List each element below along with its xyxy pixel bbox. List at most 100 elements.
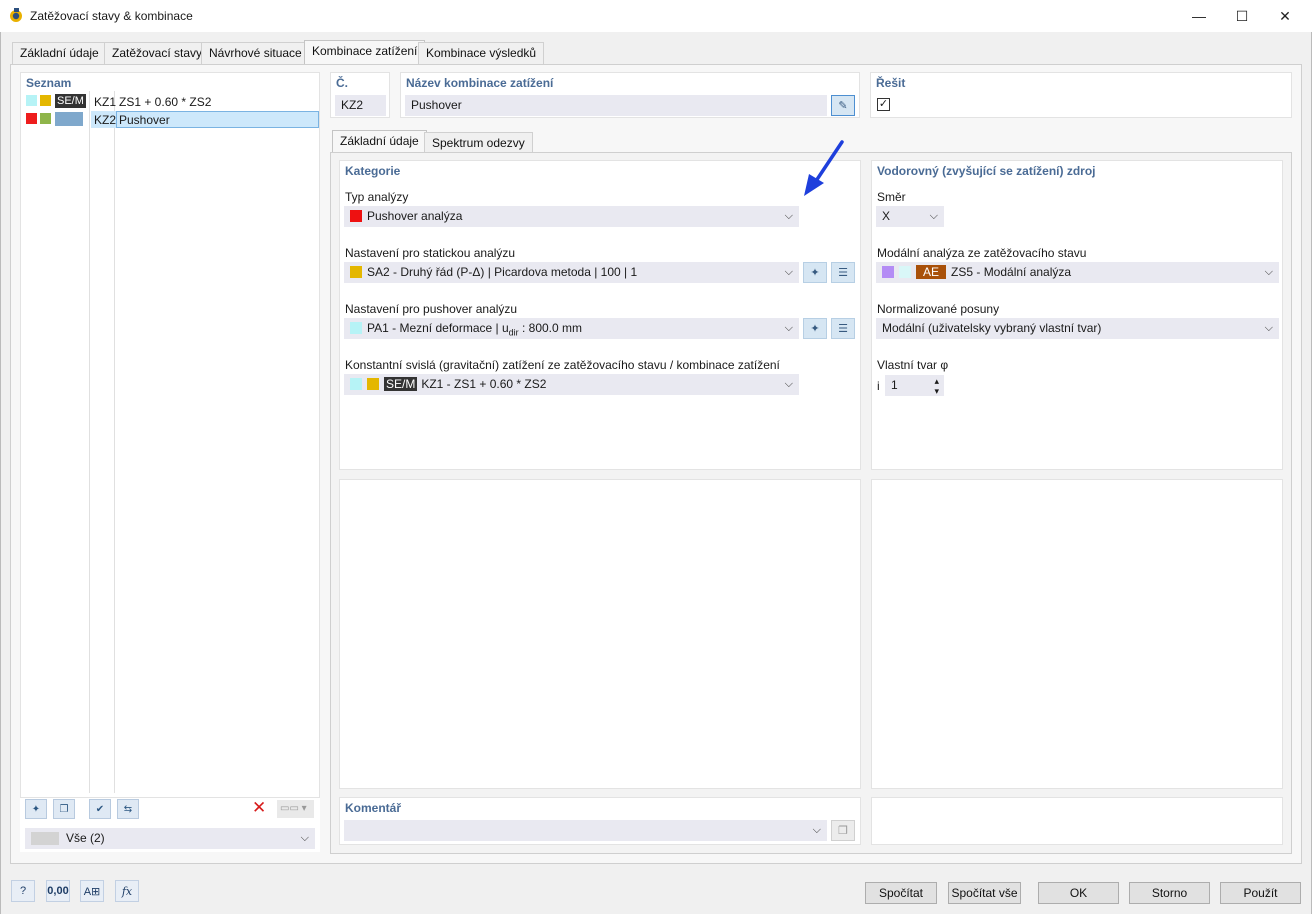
pushover-value-subscript: dir <box>508 327 519 338</box>
list-item-name: Pushover <box>119 113 170 127</box>
edit-name-icon[interactable]: ✎ <box>831 95 855 116</box>
close-button[interactable]: ✕ <box>1262 0 1308 32</box>
color-swatch <box>367 378 379 390</box>
analysis-type-label: Typ analýzy <box>345 190 409 204</box>
color-swatch <box>350 322 362 334</box>
edit-pushover-settings-icon[interactable]: ☰ <box>831 318 855 339</box>
subtab-response-spectrum[interactable]: Spektrum odezvy <box>424 132 533 154</box>
maximize-button[interactable]: ☐ <box>1219 0 1265 32</box>
tab-result-combinations[interactable]: Kombinace výsledků <box>418 42 545 64</box>
subtab-basic-data[interactable]: Základní údaje <box>332 130 427 154</box>
comment-panel: Komentář ⌵ ❐ <box>339 797 861 845</box>
analysis-type-select[interactable]: Pushover analýza ⌵ <box>344 206 799 227</box>
status-badge: SE/M <box>384 377 418 391</box>
number-field[interactable]: KZ2 <box>335 95 386 116</box>
modal-analysis-value: ZS5 - Modální analýza <box>951 265 1072 279</box>
number-label: Č. <box>336 76 348 90</box>
mode-shape-value: 1 <box>891 378 898 392</box>
new-icon[interactable]: ✦ <box>25 799 47 819</box>
help-icon[interactable]: ? <box>11 880 35 902</box>
horizontal-header: Vodorovný (zvyšující se zatížení) zdroj <box>877 164 1096 178</box>
app-icon <box>10 8 22 22</box>
calculate-button[interactable]: Spočítat <box>865 882 937 904</box>
chevron-down-icon: ⌵ <box>784 266 793 278</box>
view-icon[interactable]: ▭▭ ▾ <box>277 800 314 818</box>
color-swatch <box>26 95 37 106</box>
formula-icon[interactable]: fx <box>115 880 139 902</box>
spin-down-icon[interactable]: ▾ <box>934 382 939 401</box>
constant-load-label: Konstantní svislá (gravitační) zatížení … <box>345 358 780 372</box>
refresh-icon[interactable]: ⇆ <box>117 799 139 819</box>
color-swatch <box>55 112 83 126</box>
tab-design-situations[interactable]: Návrhové situace <box>201 42 310 64</box>
display-icon[interactable]: A⊞ <box>80 880 104 902</box>
calculate-all-button[interactable]: Spočítat vše <box>948 882 1021 904</box>
window-title: Zatěžovací stavy & kombinace <box>30 9 193 23</box>
new-pushover-settings-icon[interactable]: ✦ <box>803 318 827 339</box>
normalized-displacements-select[interactable]: Modální (uživatelsky vybraný vlastní tva… <box>876 318 1279 339</box>
new-static-settings-icon[interactable]: ✦ <box>803 262 827 283</box>
chevron-down-icon: ⌵ <box>812 824 821 836</box>
color-swatch <box>40 113 51 124</box>
solve-panel: Řešit ✓ <box>870 72 1292 118</box>
color-swatch <box>350 210 362 222</box>
empty-panel-left <box>339 479 861 789</box>
chevron-down-icon: ⌵ <box>784 378 793 390</box>
apply-button[interactable]: Použít <box>1220 882 1301 904</box>
color-swatch <box>899 266 911 278</box>
list-item-name: ZS1 + 0.60 * ZS2 <box>119 95 212 109</box>
filter-select[interactable]: Vše (2) ⌵ <box>25 828 315 849</box>
name-field[interactable]: Pushover <box>405 95 827 116</box>
copy-comment-icon[interactable]: ❐ <box>831 820 855 841</box>
color-swatch <box>26 113 37 124</box>
analysis-type-value: Pushover analýza <box>367 209 463 223</box>
constant-load-select[interactable]: SE/M KZ1 - ZS1 + 0.60 * ZS2 ⌵ <box>344 374 799 395</box>
normalized-displacements-label: Normalizované posuny <box>877 302 1000 316</box>
comment-field[interactable]: ⌵ <box>344 820 827 841</box>
constant-load-value: KZ1 - ZS1 + 0.60 * ZS2 <box>421 377 547 391</box>
cancel-button[interactable]: Storno <box>1129 882 1210 904</box>
list-item-id: KZ1 <box>94 95 117 109</box>
modal-analysis-label: Modální analýza ze zatěžovacího stavu <box>877 246 1087 260</box>
static-settings-select[interactable]: SA2 - Druhý řád (P-Δ) | Picardova metoda… <box>344 262 799 283</box>
pushover-value-suffix: : 800.0 mm <box>518 321 582 335</box>
mode-shape-label: Vlastní tvar φ <box>877 358 949 372</box>
comment-header: Komentář <box>345 801 402 815</box>
chevron-down-icon: ⌵ <box>1264 266 1273 278</box>
minimize-button[interactable]: — <box>1176 0 1222 32</box>
color-swatch <box>40 95 51 106</box>
comment-side-panel <box>871 797 1283 845</box>
pushover-settings-select[interactable]: PA1 - Mezní deformace | udir : 800.0 mm … <box>344 318 799 339</box>
tab-load-combinations[interactable]: Kombinace zatížení <box>304 40 426 64</box>
check-all-icon[interactable]: ✔ <box>89 799 111 819</box>
pushover-settings-label: Nastavení pro pushover analýzu <box>345 302 518 316</box>
delete-icon[interactable]: ✕ <box>252 798 266 818</box>
list-item-selected[interactable]: KZ2 Pushover <box>23 111 319 128</box>
chevron-down-icon: ⌵ <box>1264 322 1273 334</box>
edit-static-settings-icon[interactable]: ☰ <box>831 262 855 283</box>
color-swatch <box>882 266 894 278</box>
chevron-down-icon: ⌵ <box>300 832 309 844</box>
direction-select[interactable]: X ⌵ <box>876 206 944 227</box>
tab-basic-data[interactable]: Základní údaje <box>12 42 107 64</box>
list-header: Seznam <box>26 76 72 90</box>
color-swatch <box>31 832 59 845</box>
list-panel: Seznam SE/M KZ1 ZS1 + 0.60 * ZS2 KZ2 Pus… <box>20 72 320 798</box>
modal-analysis-select[interactable]: AE ZS5 - Modální analýza ⌵ <box>876 262 1279 283</box>
status-badge: AE <box>916 265 947 279</box>
solve-checkbox[interactable]: ✓ <box>877 98 890 111</box>
units-icon[interactable]: 0,00 <box>46 880 70 902</box>
chevron-down-icon: ⌵ <box>784 322 793 334</box>
ok-button[interactable]: OK <box>1038 882 1119 904</box>
solve-label: Řešit <box>876 76 906 90</box>
copy-icon[interactable]: ❐ <box>53 799 75 819</box>
tab-load-cases[interactable]: Zatěžovací stavy <box>104 42 211 64</box>
mode-shape-stepper[interactable]: 1 ▴ ▾ <box>885 375 944 396</box>
name-label: Název kombinace zatížení <box>406 76 554 90</box>
chevron-down-icon: ⌵ <box>784 210 793 222</box>
list-item-id: KZ2 <box>94 113 117 127</box>
list-divider <box>89 91 90 793</box>
name-panel: Název kombinace zatížení Pushover ✎ <box>400 72 860 118</box>
list-item[interactable]: SE/M KZ1 ZS1 + 0.60 * ZS2 <box>23 93 319 110</box>
mode-index-label: i <box>877 379 880 393</box>
